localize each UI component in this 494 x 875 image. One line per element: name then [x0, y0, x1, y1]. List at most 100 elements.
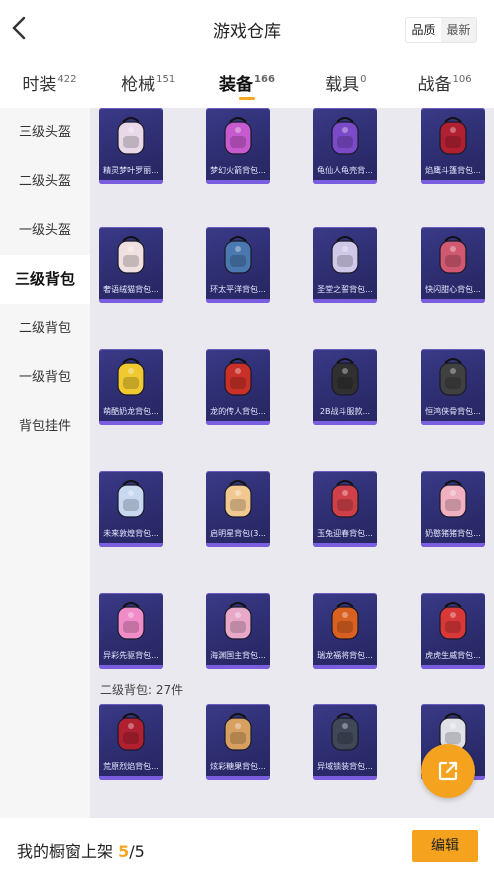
item-card[interactable]: 奶憨猪猪背包...: [421, 471, 485, 547]
rarity-bar: [313, 180, 377, 184]
backpack-icon: [439, 602, 467, 640]
backpack-icon: [331, 117, 359, 155]
sidebar-item-level3-helmet[interactable]: 三级头盔: [0, 108, 90, 157]
item-name: 龙的传人背包...: [210, 407, 266, 416]
sort-toggle[interactable]: 品质 最新: [405, 17, 477, 43]
sidebar-item-level3-backpack[interactable]: 三级背包: [0, 255, 90, 304]
backpack-icon: [331, 602, 359, 640]
rarity-bar: [313, 665, 377, 669]
backpack-icon: [117, 713, 145, 751]
sort-quality-button[interactable]: 品质: [406, 18, 441, 42]
rarity-bar: [421, 180, 485, 184]
showcase-current-count: 5: [118, 842, 130, 861]
item-name: 焰鹰斗篷背包...: [425, 166, 481, 175]
item-name: 2B战斗服款...: [319, 407, 371, 416]
sidebar: 三级头盔 二级头盔 一级头盔 三级背包 二级背包 一级背包 背包挂件: [0, 108, 90, 818]
edit-button[interactable]: 编辑: [412, 830, 478, 862]
item-name: 奢语绒猫背包...: [103, 285, 159, 294]
item-card[interactable]: 异彩先驱背包...: [99, 593, 163, 669]
tab-guns[interactable]: 枪械151: [99, 58, 198, 108]
item-card[interactable]: 恒鸿侠骨背包...: [421, 349, 485, 425]
sidebar-item-level1-helmet[interactable]: 一级头盔: [0, 206, 90, 255]
rarity-bar: [206, 299, 270, 303]
item-card[interactable]: 奢语绒猫背包...: [99, 227, 163, 303]
rarity-bar: [421, 543, 485, 547]
item-card[interactable]: 2B战斗服款...: [313, 349, 377, 425]
share-button[interactable]: [421, 744, 475, 798]
item-name: 快闪甜心背包...: [425, 285, 481, 294]
item-name: 异彩先驱背包...: [103, 651, 159, 660]
backpack-icon: [117, 602, 145, 640]
rarity-bar: [99, 421, 163, 425]
item-card[interactable]: 炫彩糖果背包...: [206, 704, 270, 780]
item-name: 玉兔迎春背包...: [317, 529, 373, 538]
sort-latest-button[interactable]: 最新: [441, 18, 476, 42]
item-card[interactable]: 环太平洋背包...: [206, 227, 270, 303]
backpack-icon: [117, 236, 145, 274]
rarity-bar: [313, 776, 377, 780]
item-name: 精灵梦叶罗丽...: [103, 166, 159, 175]
backpack-icon: [117, 480, 145, 518]
item-card[interactable]: 圣堂之誓背包...: [313, 227, 377, 303]
item-name: 虎虎生威背包...: [425, 651, 481, 660]
rarity-bar: [206, 543, 270, 547]
tab-vehicles[interactable]: 载具0: [296, 58, 395, 108]
item-card[interactable]: 龟仙人龟壳背...: [313, 108, 377, 184]
backpack-icon: [439, 358, 467, 396]
rarity-bar: [206, 180, 270, 184]
tab-count: 422: [57, 74, 77, 85]
sidebar-item-level1-backpack[interactable]: 一级背包: [0, 353, 90, 402]
tab-equipment[interactable]: 装备166: [198, 58, 297, 108]
rarity-bar: [421, 665, 485, 669]
item-card[interactable]: 龙的传人背包...: [206, 349, 270, 425]
item-name: 萌酷奶龙背包...: [103, 407, 159, 416]
item-card[interactable]: 海渊国主背包...: [206, 593, 270, 669]
item-name: 奶憨猪猪背包...: [425, 529, 481, 538]
tab-label: 时装: [22, 75, 57, 95]
item-card[interactable]: 启明星背包(3...: [206, 471, 270, 547]
rarity-bar: [99, 180, 163, 184]
rarity-bar: [313, 421, 377, 425]
item-card[interactable]: 荒原烈焰背包...: [99, 704, 163, 780]
backpack-icon: [439, 236, 467, 274]
tab-fashion[interactable]: 时装422: [0, 58, 99, 108]
backpack-icon: [331, 358, 359, 396]
backpack-icon: [331, 236, 359, 274]
rarity-bar: [99, 776, 163, 780]
item-card[interactable]: 萌酷奶龙背包...: [99, 349, 163, 425]
backpack-icon: [224, 117, 252, 155]
tab-label: 载具: [325, 75, 360, 95]
backpack-icon: [439, 117, 467, 155]
footer: 我的橱窗上架 5/5 编辑: [0, 818, 494, 875]
item-card[interactable]: 快闪甜心背包...: [421, 227, 485, 303]
item-name: 梦幻火箭背包...: [210, 166, 266, 175]
rarity-bar: [313, 299, 377, 303]
item-card[interactable]: 异域锁装背包...: [313, 704, 377, 780]
backpack-icon: [224, 480, 252, 518]
tab-supplies[interactable]: 战备106: [395, 58, 494, 108]
sidebar-item-level2-backpack[interactable]: 二级背包: [0, 304, 90, 353]
item-card[interactable]: 虎虎生威背包...: [421, 593, 485, 669]
item-card[interactable]: 玉兔迎春背包...: [313, 471, 377, 547]
item-card[interactable]: 梦幻火箭背包...: [206, 108, 270, 184]
sidebar-item-backpack-charm[interactable]: 背包挂件: [0, 402, 90, 451]
backpack-icon: [117, 358, 145, 396]
item-name: 恒鸿侠骨背包...: [425, 407, 481, 416]
item-card[interactable]: 未来敦煌背包...: [99, 471, 163, 547]
item-name: 未来敦煌背包...: [103, 529, 159, 538]
item-name: 启明星背包(3...: [210, 529, 266, 538]
tab-label: 战备: [417, 75, 452, 95]
backpack-icon: [331, 480, 359, 518]
item-name: 荒原烈焰背包...: [103, 762, 159, 771]
item-card[interactable]: 瑞龙福将背包...: [313, 593, 377, 669]
rarity-bar: [206, 665, 270, 669]
rarity-bar: [99, 299, 163, 303]
item-card[interactable]: 精灵梦叶罗丽...: [99, 108, 163, 184]
tab-label: 装备: [219, 75, 254, 95]
sidebar-item-level2-helmet[interactable]: 二级头盔: [0, 157, 90, 206]
backpack-icon: [439, 480, 467, 518]
item-card[interactable]: 焰鹰斗篷背包...: [421, 108, 485, 184]
backpack-icon: [224, 713, 252, 751]
tab-count: 151: [156, 74, 176, 85]
tab-count: 0: [360, 74, 367, 85]
